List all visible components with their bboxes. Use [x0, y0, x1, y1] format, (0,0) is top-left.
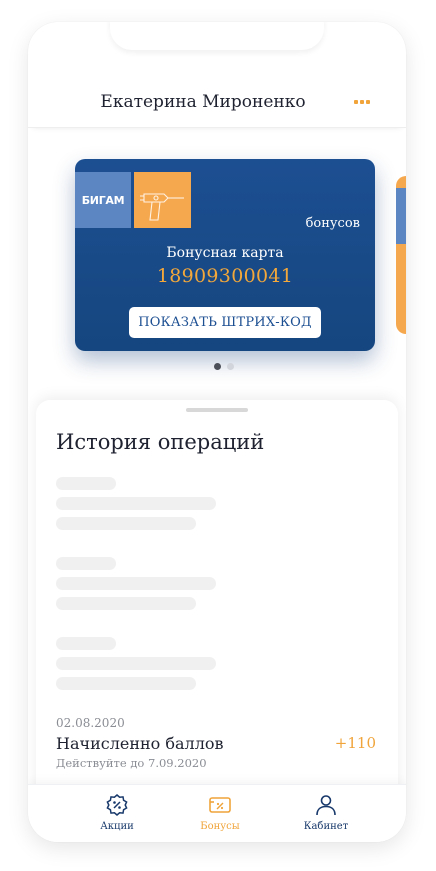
- user-name: Екатерина Мироненко: [100, 92, 306, 112]
- tab-cabinet[interactable]: Кабинет: [276, 793, 376, 839]
- tab-bonuses[interactable]: Бонусы: [170, 793, 270, 839]
- bonus-card[interactable]: БИГАМ бонусов Бонусная карта 18909300041…: [75, 159, 375, 351]
- more-button[interactable]: [354, 100, 374, 110]
- skeleton-line: [56, 657, 216, 670]
- discount-icon: [106, 794, 128, 816]
- card-logo: БИГАМ: [75, 172, 131, 228]
- pager-dot-active[interactable]: [214, 363, 221, 370]
- pager-dot[interactable]: [227, 363, 234, 370]
- tab-label: Кабинет: [303, 821, 349, 832]
- bonus-card-icon: [209, 797, 231, 813]
- tab-label: Бонусы: [200, 821, 240, 832]
- skeleton-line: [56, 677, 196, 690]
- history-panel: История операций 02.08.2020 Начисленно б…: [36, 400, 398, 842]
- skeleton-line: [56, 477, 116, 490]
- next-card-peek[interactable]: [396, 176, 406, 334]
- operation-amount: +110: [334, 734, 376, 752]
- user-icon: [316, 795, 336, 816]
- show-barcode-button[interactable]: ПОКАЗАТЬ ШТРИХ-КОД: [129, 307, 321, 338]
- skeleton-line: [56, 577, 216, 590]
- phone-frame: Екатерина Мироненко БИГАМ бонусов Бонусн…: [28, 22, 406, 842]
- operation-valid-until: Действуйте до 7.09.2020: [56, 756, 207, 770]
- history-title: История операций: [56, 430, 265, 454]
- operation-date: 02.08.2020: [56, 716, 125, 730]
- drag-handle[interactable]: [186, 408, 248, 412]
- tab-label: Акции: [100, 821, 134, 832]
- card-type-label: Бонусная карта: [166, 245, 284, 261]
- header: Екатерина Мироненко: [28, 82, 406, 128]
- card-bonus-label: бонусов: [305, 216, 360, 231]
- skeleton-line: [56, 517, 196, 530]
- drill-icon: [140, 193, 184, 221]
- tab-bar: Акции Бонусы Кабинет: [28, 784, 406, 842]
- tab-promotions[interactable]: Акции: [67, 793, 167, 839]
- card-product-image: [134, 172, 191, 228]
- operation-title: Начисленно баллов: [56, 734, 224, 753]
- skeleton-line: [56, 597, 196, 610]
- skeleton-line: [56, 557, 116, 570]
- skeleton-line: [56, 497, 216, 510]
- more-dots-icon: [354, 100, 374, 104]
- card-pager: [214, 363, 234, 370]
- notch: [110, 22, 324, 50]
- skeleton-line: [56, 637, 116, 650]
- card-number: 18909300041: [156, 265, 294, 287]
